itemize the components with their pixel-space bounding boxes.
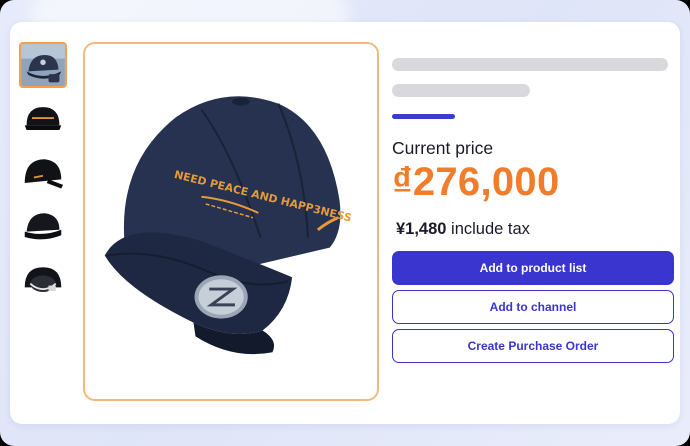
thumbnail-2[interactable] <box>19 96 67 142</box>
product-main-image[interactable]: NEED PEACE AND HAPP3NESS <box>83 42 379 401</box>
price-label: Current price <box>392 138 494 158</box>
cap-side-thumbnail-icon <box>21 152 65 194</box>
subtitle-placeholder <box>392 84 530 97</box>
tax-info: ¥1,480 include tax <box>396 220 530 239</box>
add-to-channel-button[interactable]: Add to channel <box>392 290 674 324</box>
app-frame: NEED PEACE AND HAPP3NESS Current price ₫… <box>0 0 690 446</box>
accent-divider <box>392 114 455 119</box>
cap-side-thumbnail-icon <box>21 98 65 140</box>
cap-inside-thumbnail-icon <box>21 260 65 302</box>
navy-baseball-cap-image-icon: NEED PEACE AND HAPP3NESS <box>85 44 377 399</box>
title-placeholder <box>392 58 668 71</box>
thumbnail-5[interactable] <box>19 258 67 304</box>
tax-amount: ¥1,480 <box>396 220 447 238</box>
thumbnail-3[interactable] <box>19 150 67 196</box>
add-to-product-list-button[interactable]: Add to product list <box>392 251 674 285</box>
thumbnail-list <box>19 42 67 312</box>
cap-front-thumbnail-icon <box>21 44 65 86</box>
create-purchase-order-button[interactable]: Create Purchase Order <box>392 329 674 363</box>
tax-suffix: include tax <box>446 220 530 238</box>
current-price: ₫276,000 <box>392 160 560 204</box>
thumbnail-4[interactable] <box>19 204 67 250</box>
product-card: NEED PEACE AND HAPP3NESS Current price ₫… <box>10 22 680 424</box>
thumbnail-1[interactable] <box>19 42 67 88</box>
cap-top-thumbnail-icon <box>21 206 65 248</box>
